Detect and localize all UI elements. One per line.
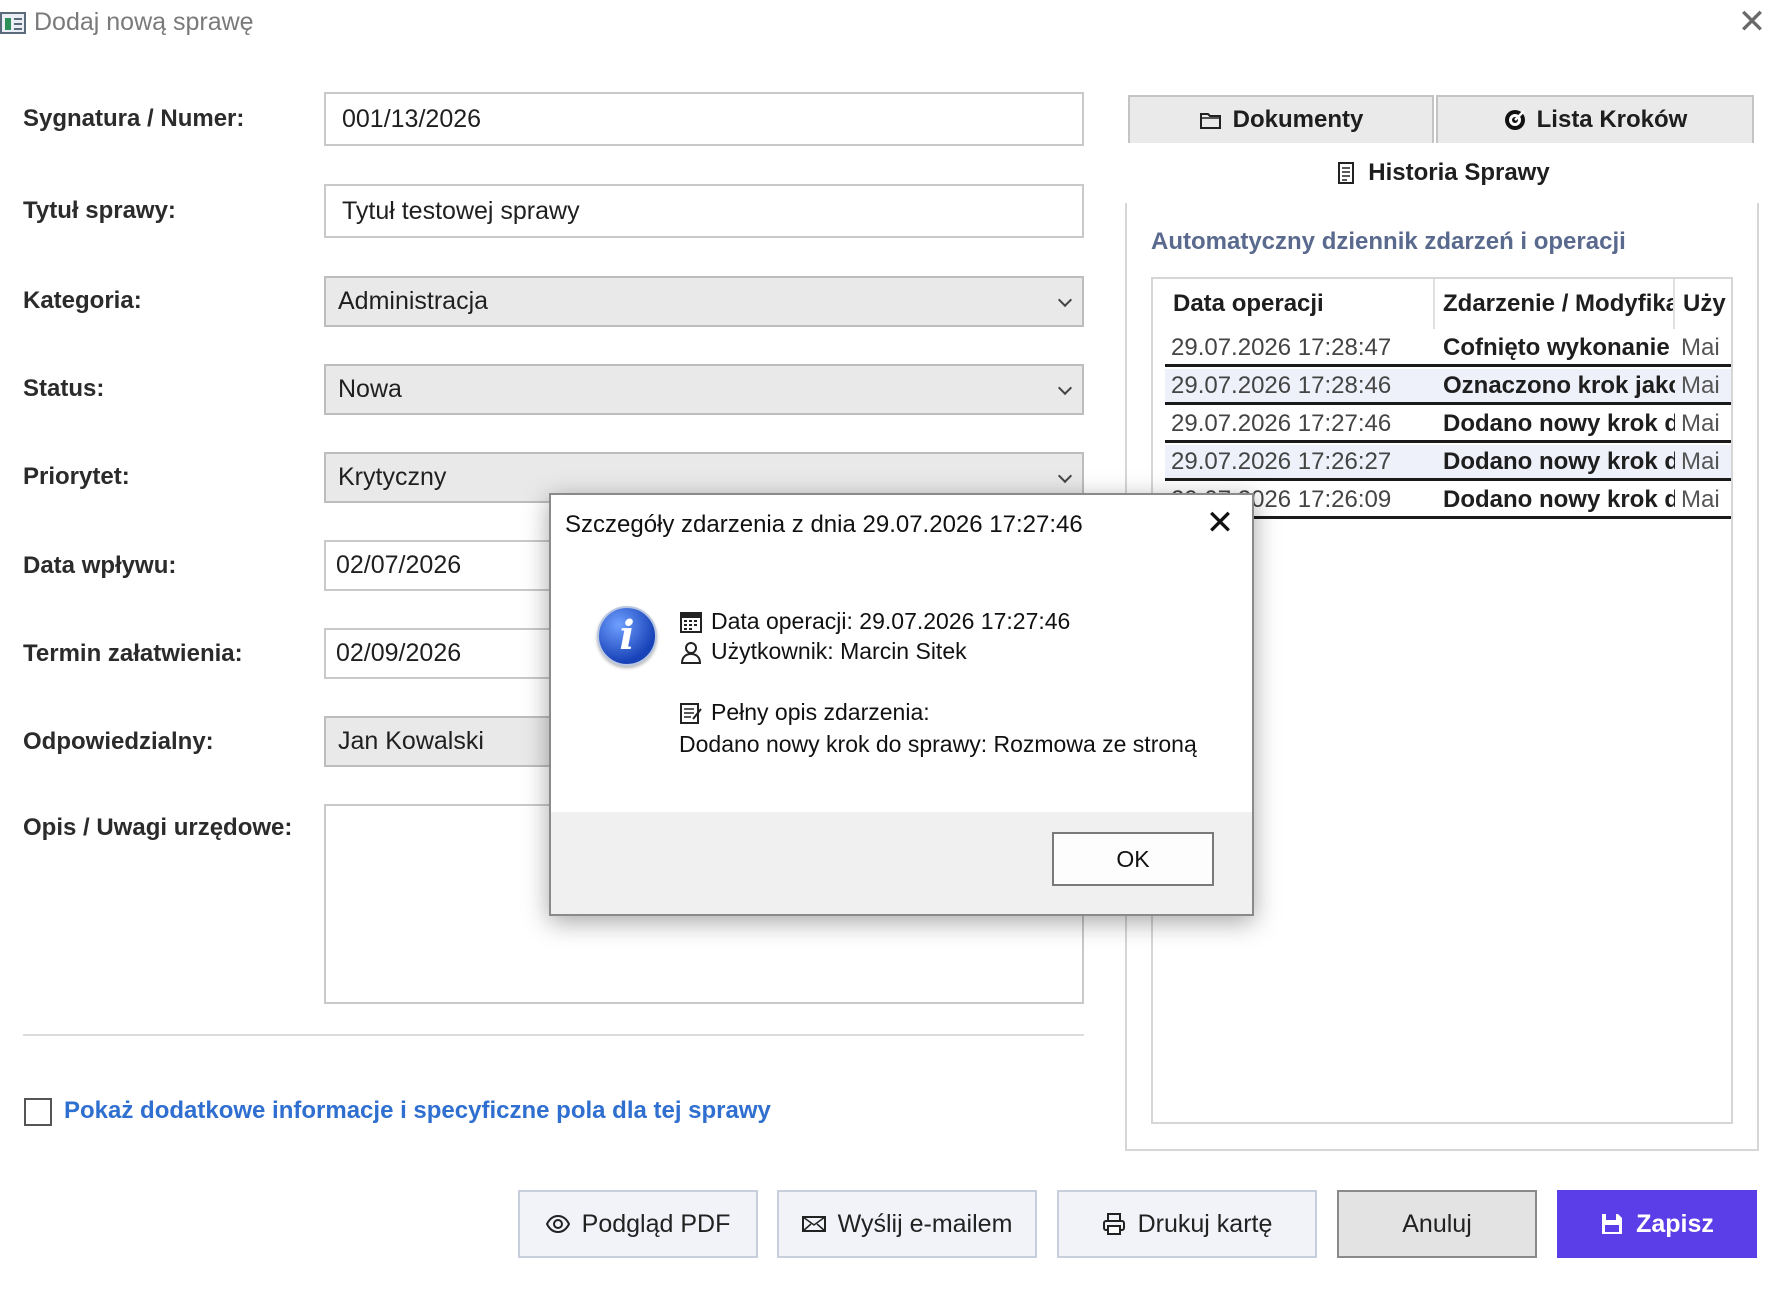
dialog-close-icon[interactable]: ✕ bbox=[1202, 505, 1238, 541]
data-wplywu-value: 02/07/2026 bbox=[336, 551, 462, 579]
column-header-uzytkownik[interactable]: Uży bbox=[1675, 279, 1731, 329]
window-close-icon[interactable]: ✕ bbox=[1734, 4, 1770, 40]
cell-event: Dodano nowy krok d bbox=[1443, 485, 1675, 513]
dialog-desc-header-line: Pełny opis zdarzenia: bbox=[679, 699, 930, 726]
cell-event: Cofnięto wykonanie k bbox=[1443, 333, 1675, 361]
cell-user: Mai bbox=[1681, 485, 1720, 513]
panel-subtitle: Automatyczny dziennik zdarzeń i operacji bbox=[1151, 228, 1626, 255]
scroll-icon bbox=[1338, 162, 1355, 184]
dialog-date-text: Data operacji: 29.07.2026 17:27:46 bbox=[711, 608, 1071, 634]
ok-button[interactable]: OK bbox=[1052, 832, 1214, 886]
folder-icon bbox=[1199, 113, 1221, 129]
chevron-down-icon bbox=[1057, 468, 1073, 483]
envelope-icon bbox=[801, 1216, 826, 1232]
label-opis: Opis / Uwagi urzędowe: bbox=[23, 814, 293, 841]
note-icon bbox=[680, 702, 702, 724]
app-icon bbox=[0, 12, 26, 34]
kategoria-value: Administracja bbox=[338, 287, 489, 315]
cell-user: Mai bbox=[1681, 333, 1720, 361]
cancel-button[interactable]: Anuluj bbox=[1337, 1190, 1537, 1258]
extra-info-checkbox-label[interactable]: Pokaż dodatkowe informacje i specyficzne… bbox=[64, 1097, 771, 1125]
cell-event: Dodano nowy krok d bbox=[1443, 447, 1675, 475]
window-title: Dodaj nową sprawę bbox=[34, 8, 254, 36]
label-status: Status: bbox=[23, 375, 105, 402]
cell-date: 29.07.2026 17:28:47 bbox=[1171, 333, 1392, 361]
table-row[interactable]: 29.07.2026 17:28:46 Oznaczono krok jako … bbox=[1165, 369, 1731, 405]
print-label: Drukuj kartę bbox=[1137, 1209, 1273, 1238]
chevron-down-icon bbox=[1057, 292, 1073, 307]
table-row[interactable]: 29.07.2026 17:28:47 Cofnięto wykonanie k… bbox=[1165, 331, 1731, 367]
table-row[interactable]: 29.07.2026 17:27:46 Dodano nowy krok d M… bbox=[1165, 407, 1731, 443]
label-priorytet: Priorytet: bbox=[23, 463, 130, 490]
dialog-date-line: Data operacji: 29.07.2026 17:27:46 bbox=[679, 608, 1070, 635]
cell-user: Mai bbox=[1681, 409, 1720, 437]
tab-dokumenty-label: Dokumenty bbox=[1232, 106, 1364, 133]
eye-icon bbox=[545, 1214, 570, 1234]
sygnatura-value: 001/13/2026 bbox=[342, 104, 482, 133]
odpowiedzialny-value: Jan Kowalski bbox=[338, 727, 484, 755]
status-value: Nowa bbox=[338, 375, 402, 403]
kategoria-select[interactable]: Administracja bbox=[324, 276, 1084, 327]
termin-value: 02/09/2026 bbox=[336, 639, 462, 667]
tab-historia-label: Historia Sprawy bbox=[1368, 159, 1550, 186]
dialog-footer: OK bbox=[551, 812, 1252, 914]
priorytet-value: Krytyczny bbox=[338, 463, 447, 491]
label-tytul: Tytuł sprawy: bbox=[23, 197, 176, 224]
label-odpowiedzialny: Odpowiedzialny: bbox=[23, 728, 214, 755]
tytul-input[interactable]: Tytuł testowej sprawy bbox=[324, 184, 1084, 238]
cell-user: Mai bbox=[1681, 447, 1720, 475]
calendar-icon bbox=[680, 611, 702, 633]
pdf-preview-label: Podgląd PDF bbox=[581, 1209, 731, 1238]
dialog-desc-text: Dodano nowy krok do sprawy: Rozmowa ze s… bbox=[679, 731, 1197, 757]
table-row[interactable]: 29.07.2026 17:26:27 Dodano nowy krok d M… bbox=[1165, 445, 1731, 481]
label-termin: Termin załatwienia: bbox=[23, 640, 243, 667]
dialog-user-text: Użytkownik: Marcin Sitek bbox=[711, 638, 967, 664]
cell-date: 29.07.2026 17:26:27 bbox=[1171, 447, 1392, 475]
tab-dokumenty[interactable]: Dokumenty bbox=[1128, 95, 1434, 143]
target-icon bbox=[1504, 110, 1525, 130]
label-kategoria: Kategoria: bbox=[23, 287, 142, 314]
sygnatura-input[interactable]: 001/13/2026 bbox=[324, 92, 1084, 146]
title-bar: Dodaj nową sprawę ✕ bbox=[0, 0, 1778, 50]
cell-user: Mai bbox=[1681, 371, 1720, 399]
save-label: Zapisz bbox=[1636, 1209, 1714, 1238]
tab-lista-krokow-label: Lista Kroków bbox=[1536, 106, 1688, 133]
dialog-title: Szczegóły zdarzenia z dnia 29.07.2026 17… bbox=[565, 511, 1083, 538]
info-icon: i bbox=[597, 606, 657, 666]
send-email-label: Wyślij e-mailem bbox=[837, 1209, 1013, 1238]
chevron-down-icon bbox=[1057, 380, 1073, 395]
tab-lista-krokow[interactable]: Lista Kroków bbox=[1436, 95, 1754, 143]
column-header-zdarzenie[interactable]: Zdarzenie / Modyfika bbox=[1435, 279, 1675, 329]
dialog-user-line: Użytkownik: Marcin Sitek bbox=[679, 638, 967, 665]
cancel-label: Anuluj bbox=[1402, 1209, 1472, 1238]
extra-info-checkbox[interactable] bbox=[24, 1098, 52, 1126]
user-icon bbox=[680, 641, 702, 664]
pdf-preview-button[interactable]: Podgląd PDF bbox=[518, 1190, 758, 1258]
column-header-data[interactable]: Data operacji bbox=[1165, 279, 1435, 329]
event-details-dialog: Szczegóły zdarzenia z dnia 29.07.2026 17… bbox=[549, 493, 1254, 916]
cell-date: 29.07.2026 17:28:46 bbox=[1171, 371, 1392, 399]
cell-date: 29.07.2026 17:27:46 bbox=[1171, 409, 1392, 437]
status-select[interactable]: Nowa bbox=[324, 364, 1084, 415]
cell-event: Dodano nowy krok d bbox=[1443, 409, 1675, 437]
dialog-desc-header: Pełny opis zdarzenia: bbox=[711, 699, 930, 725]
separator bbox=[23, 1034, 1084, 1036]
send-email-button[interactable]: Wyślij e-mailem bbox=[777, 1190, 1037, 1258]
print-button[interactable]: Drukuj kartę bbox=[1057, 1190, 1317, 1258]
tab-historia[interactable]: Historia Sprawy bbox=[1125, 143, 1759, 203]
cell-event: Oznaczono krok jako bbox=[1443, 371, 1675, 399]
save-button[interactable]: Zapisz bbox=[1557, 1190, 1757, 1258]
tytul-value: Tytuł testowej sprawy bbox=[342, 196, 580, 225]
grid-header: Data operacji Zdarzenie / Modyfika Uży bbox=[1165, 279, 1731, 329]
printer-icon bbox=[1102, 1213, 1125, 1235]
floppy-icon bbox=[1602, 1214, 1623, 1234]
label-data-wplywu: Data wpływu: bbox=[23, 552, 177, 579]
label-sygnatura: Sygnatura / Numer: bbox=[23, 105, 245, 132]
